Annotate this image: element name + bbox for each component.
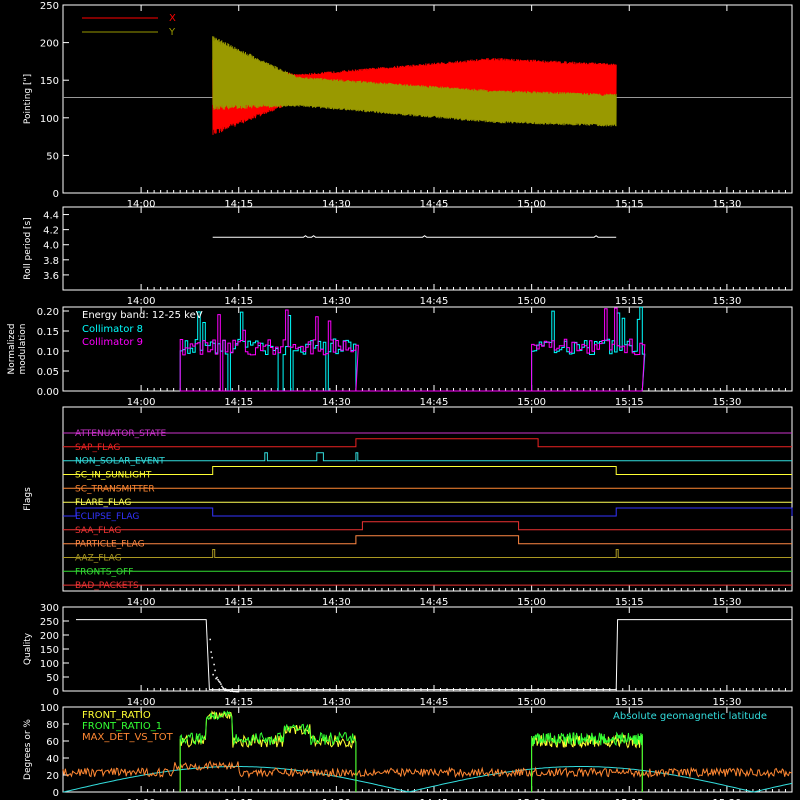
quality-point — [209, 638, 211, 641]
panel-2-ytick-label: 4.4 — [43, 211, 59, 222]
panel-4-xtick-label: 14:15 — [224, 597, 253, 608]
panel-2-xtick-label: 15:00 — [517, 296, 546, 307]
panel-3-ytick-label: 0.00 — [37, 387, 59, 398]
panel-2-ytick-label: 3.8 — [43, 256, 59, 267]
panel-3-xtick-label: 14:30 — [322, 397, 351, 408]
panel-4-xtick-label: 15:15 — [615, 597, 644, 608]
ratio-legend-front-ratio-1: FRONT_RATIO_1 — [82, 721, 162, 732]
modulation-legend-collimator-9: Collimator 9 — [82, 337, 143, 348]
panel-4-xtick-label: 14:30 — [322, 597, 351, 608]
flag-label-aaz-flag: AAZ_FLAG — [75, 553, 122, 563]
panel-6-ytick-label: 20 — [46, 771, 59, 782]
panel-3-ylabel: Normalizedmodulation — [7, 323, 28, 374]
flag-label-sc-transmitter: SC_TRANSMITTER — [75, 484, 155, 494]
panel-1-ytick-label: 150 — [40, 76, 59, 87]
quality-point — [213, 663, 215, 666]
quality-point — [211, 656, 213, 659]
panel-2-ytick-label: 4.2 — [43, 226, 59, 237]
panel-2-ytick-label: 4.0 — [43, 241, 59, 252]
panel-1-ytick-label: 50 — [46, 151, 59, 162]
panel-5-xtick-label: 15:30 — [712, 697, 741, 708]
panel-4-xtick-label: 14:00 — [127, 597, 156, 608]
panel-6-ytick-label: 80 — [46, 720, 59, 731]
panel-2-ylabel: Roll period [s] — [23, 217, 33, 279]
quality-point — [220, 683, 222, 685]
panel-4-xtick-label: 14:45 — [420, 597, 449, 608]
quality-point — [210, 651, 212, 653]
panel-3-xtick-label: 15:00 — [517, 397, 546, 408]
flag-label-attenuator-state: ATTENUATOR_STATE — [75, 429, 167, 439]
quality-point — [221, 685, 223, 688]
panel-4-ylabel: Flags — [23, 487, 33, 511]
panel-6-ytick-label: 100 — [40, 703, 59, 714]
panel-2-xtick-label: 14:00 — [127, 296, 156, 307]
background — [0, 0, 800, 800]
panel-5-ytick-label: 150 — [40, 645, 59, 656]
quality-point — [237, 690, 240, 693]
flag-label-flare-flag: FLARE_FLAG — [75, 498, 131, 508]
panel-2-xtick-label: 14:30 — [322, 296, 351, 307]
quality-point — [216, 676, 218, 679]
panel-1-ytick-label: 250 — [40, 1, 59, 12]
panel-5-xtick-label: 14:45 — [420, 697, 449, 708]
chart-canvas: 14:00 14:15 14:30 14:45 15:00 15:15 15:30 0 50 10… — [0, 0, 800, 800]
panel-3-xtick-label: 15:15 — [615, 397, 644, 408]
panel-3-ytick-label: 0.05 — [37, 367, 59, 378]
panel-3-ytick-label: 0.20 — [37, 307, 59, 318]
quality-point — [217, 679, 219, 681]
panel-5-ytick-label: 100 — [40, 659, 59, 670]
panel-2-xtick-label: 15:30 — [712, 296, 741, 307]
panel-2-xtick-label: 14:45 — [420, 296, 449, 307]
panel-1-ytick-label: 100 — [40, 114, 59, 125]
panel-5-ylabel: Quality — [23, 632, 33, 665]
panel-3-xtick-label: 14:00 — [127, 397, 156, 408]
panel-3-ytick-label: 0.10 — [37, 347, 59, 358]
ratio-annotation: Absolute geomagnetic latitude — [613, 711, 767, 722]
flag-label-bad-packets: BAD_PACKETS — [75, 581, 139, 591]
panel-5-xtick-label: 15:00 — [517, 697, 546, 708]
panel-5-xtick-label: 14:00 — [127, 697, 156, 708]
panel-5-ytick-label: 50 — [46, 673, 59, 684]
panel-5-xtick-label: 14:15 — [224, 697, 253, 708]
panel-4-xtick-label: 15:00 — [517, 597, 546, 608]
panel-2-ytick-label: 3.6 — [43, 271, 59, 282]
flag-label-saa-flag: SAA_FLAG — [75, 526, 121, 536]
legend-label-x: X — [169, 13, 176, 24]
panel-6-ytick-label: 40 — [46, 754, 59, 765]
flag-label-sc-in-sunlight: SC_IN_SUNLIGHT — [75, 470, 152, 480]
ratio-legend-front-ratio: FRONT_RATIO — [82, 710, 151, 721]
panel-3-xtick-label: 15:30 — [712, 397, 741, 408]
ratio-legend-max-det-vs-tot: MAX_DET_VS_TOT — [82, 732, 174, 743]
panel-3-xtick-label: 14:45 — [420, 397, 449, 408]
legend-label-y: Y — [168, 27, 176, 38]
panel-5-ytick-label: 0 — [53, 687, 59, 698]
panel-6-ytick-label: 60 — [46, 737, 59, 748]
panel-1-ytick-label: 200 — [40, 39, 59, 50]
flag-label-non-solar-event: NON_SOLAR_EVENT — [75, 457, 165, 467]
quality-point — [214, 669, 216, 672]
modulation-legend-collimator-8: Collimator 8 — [82, 324, 143, 335]
panel-1-ylabel: Pointing ["] — [23, 74, 33, 124]
flag-label-sap-flag: SAP_FLAG — [75, 443, 120, 453]
panel-1-ytick-label: 0 — [53, 189, 59, 200]
flag-label-fronts-off: FRONTS_OFF — [75, 567, 133, 577]
flag-label-particle-flag: PARTICLE_FLAG — [75, 540, 145, 550]
panel-3-ytick-label: 0.15 — [37, 327, 59, 338]
panel-5-xtick-label: 14:30 — [322, 697, 351, 708]
panel-6-ylabel: Degrees or % — [23, 719, 33, 780]
modulation-annotation: Energy band: 12-25 keV — [82, 310, 203, 321]
panel-5-ytick-label: 200 — [40, 631, 59, 642]
panel-5-ytick-label: 250 — [40, 617, 59, 628]
panel-2-xtick-label: 14:15 — [224, 296, 253, 307]
panel-5-ytick-label: 300 — [40, 603, 59, 614]
panel-2-xtick-label: 15:15 — [615, 296, 644, 307]
quality-point — [219, 681, 221, 684]
quality-point — [212, 673, 214, 676]
panel-5-xtick-label: 15:15 — [615, 697, 644, 708]
flag-label-eclipse-flag: ECLIPSE_FLAG — [75, 512, 139, 522]
panel-3-xtick-label: 14:15 — [224, 397, 253, 408]
panel-4-xtick-label: 15:30 — [712, 597, 741, 608]
panel-6-ytick-label: 0 — [53, 788, 59, 799]
